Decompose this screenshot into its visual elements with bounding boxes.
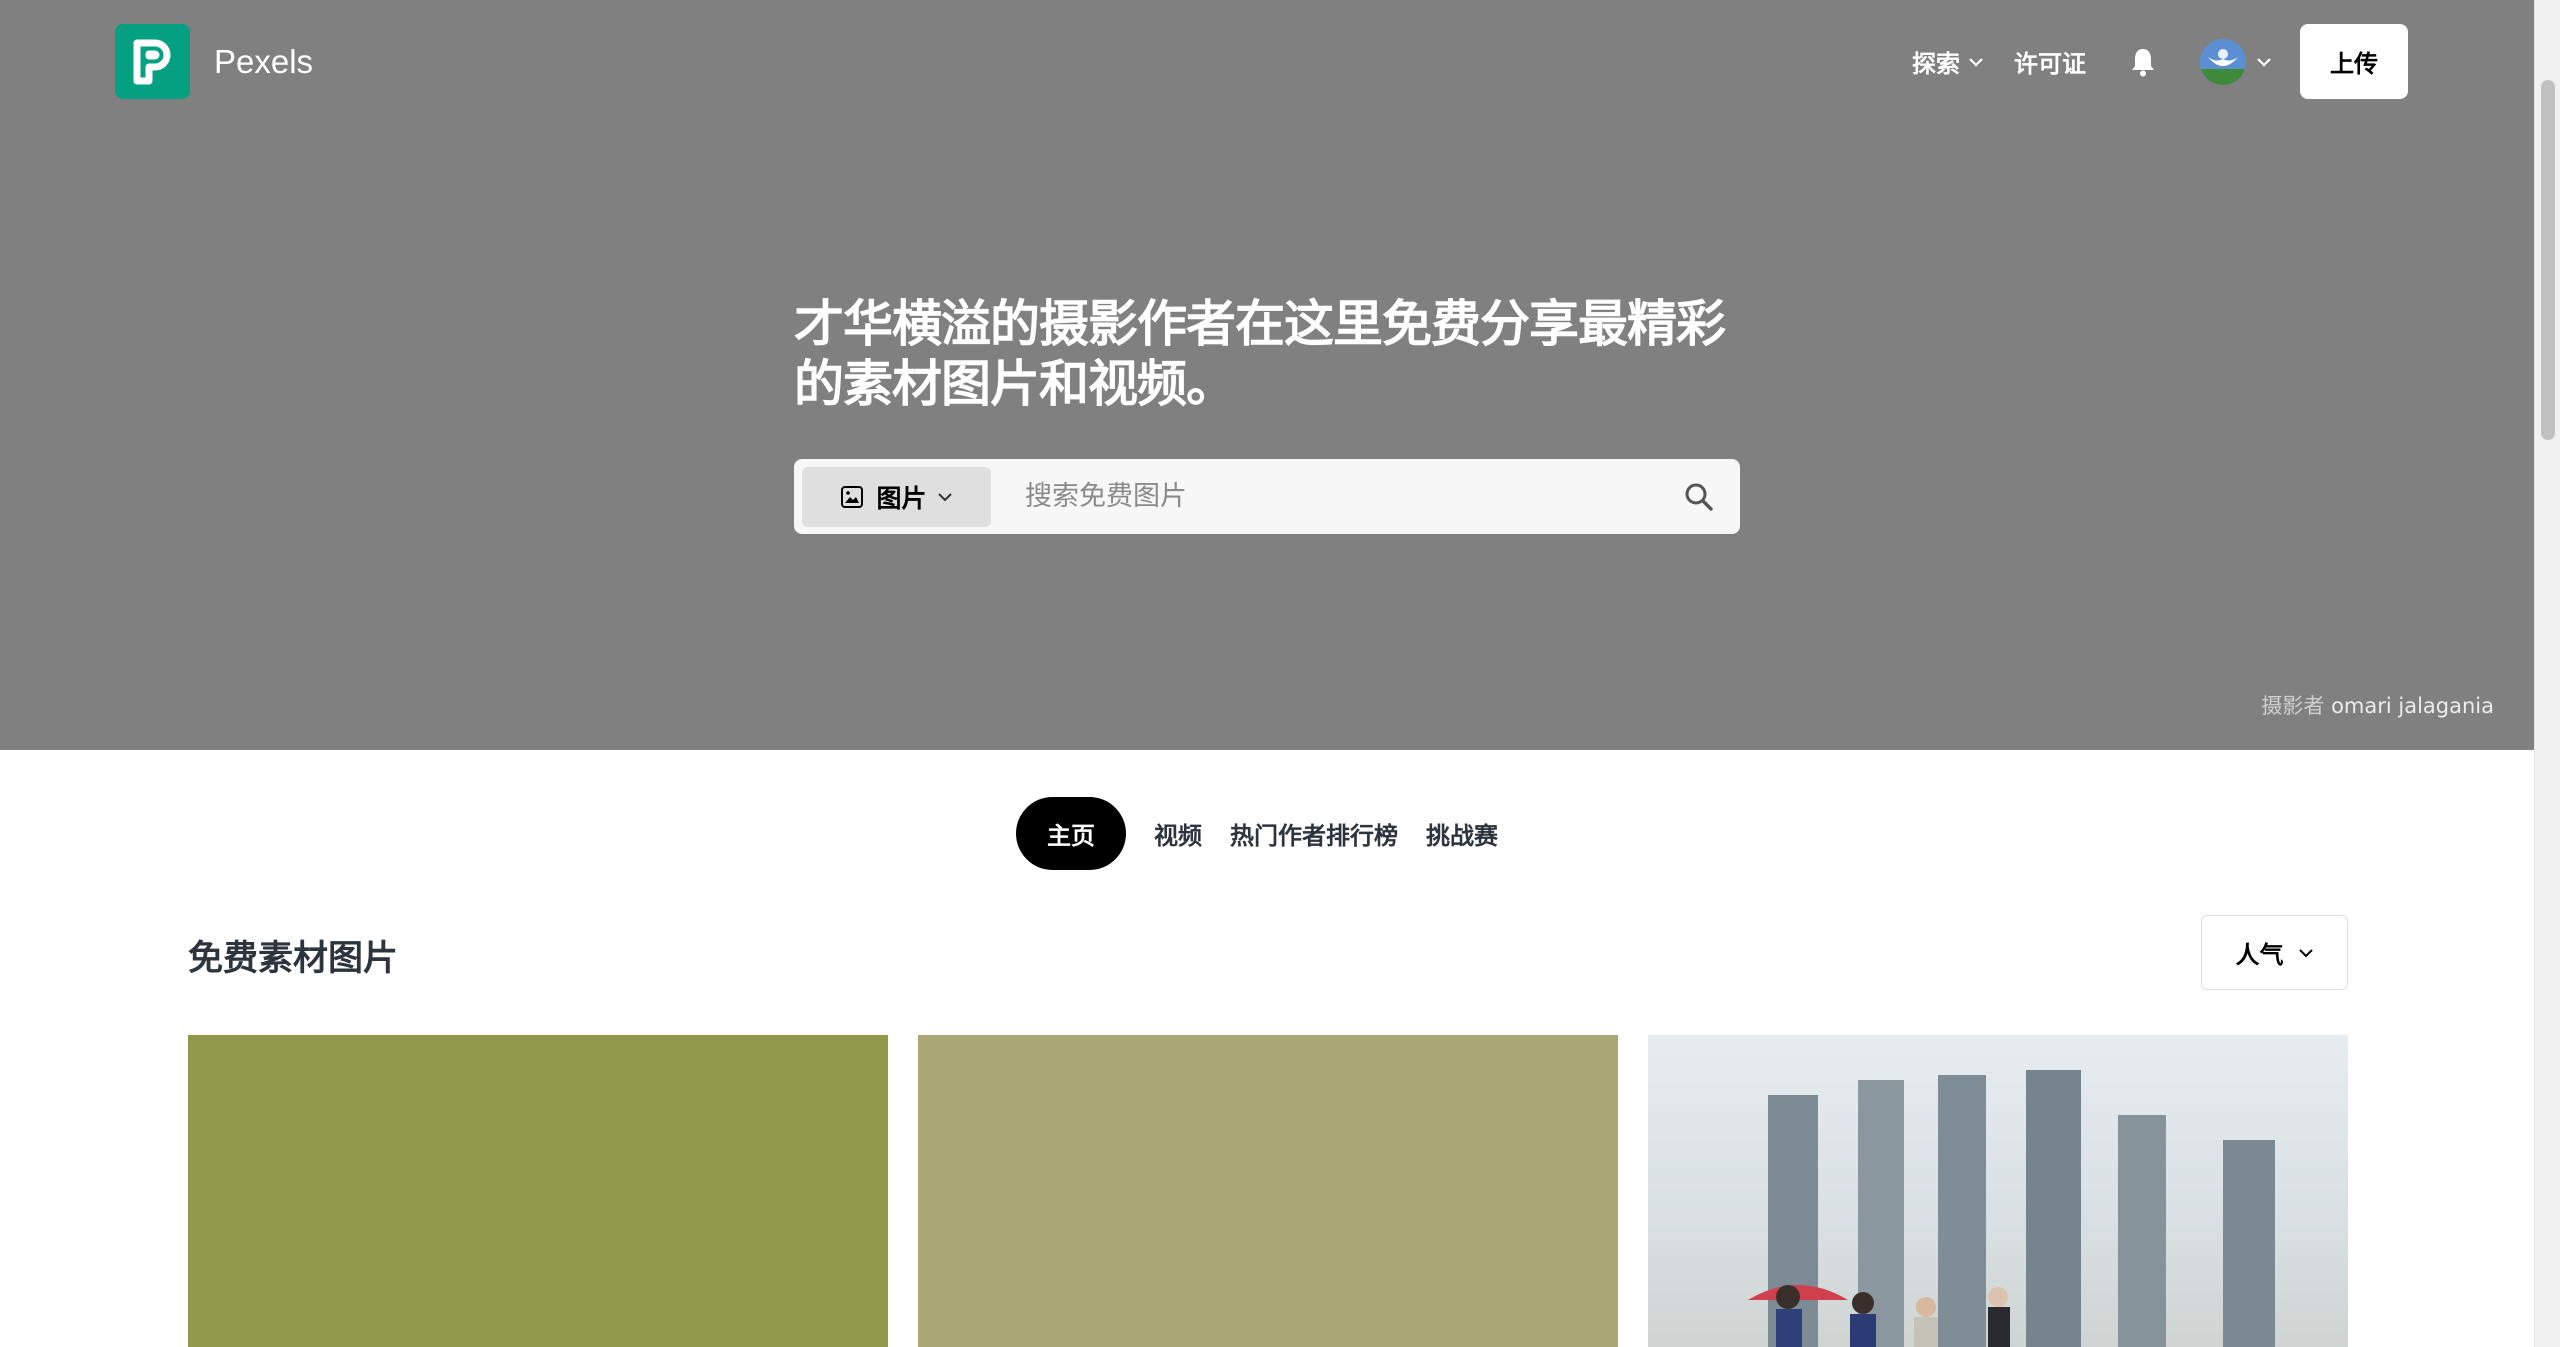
image-icon [840, 485, 864, 509]
top-nav: 探索 许可证 上传 [1912, 24, 2408, 99]
nav-explore[interactable]: 探索 [1912, 44, 1984, 79]
photo-card[interactable] [918, 1035, 1618, 1347]
scrollbar-thumb[interactable] [2541, 80, 2555, 440]
nav-license[interactable]: 许可证 [2014, 44, 2086, 79]
nav-explore-label: 探索 [1912, 50, 1960, 78]
logo-text: Pexels [214, 42, 314, 80]
chevron-down-icon [937, 492, 953, 502]
logo[interactable]: Pexels [115, 24, 313, 99]
hero-banner: Pexels 探索 许可证 上传 才华横溢的摄影作者在这里免费分享最精彩的素材图… [0, 0, 2534, 750]
section-title: 免费素材图片 [188, 939, 399, 979]
search-icon[interactable] [1684, 482, 1714, 512]
photo-card[interactable] [1648, 1035, 2348, 1347]
photo-card[interactable] [188, 1035, 888, 1347]
chevron-down-icon [1968, 57, 1984, 67]
content-tabs: 主页 视频 热门作者排行榜 挑战赛 [1016, 797, 1526, 870]
photo-credit[interactable]: 摄影者 omari jalagania [2261, 690, 2494, 720]
photo-credit-prefix: 摄影者 [2261, 694, 2325, 718]
chevron-down-icon [2256, 57, 2272, 67]
search-type-dropdown[interactable]: 图片 [802, 466, 991, 527]
hero-title: 才华横溢的摄影作者在这里免费分享最精彩的素材图片和视频。 [794, 295, 1726, 413]
tab-challenges[interactable]: 挑战赛 [1426, 797, 1498, 870]
photo-credit-name: omari jalagania [2331, 694, 2494, 718]
scrollbar[interactable] [2534, 0, 2560, 1347]
tab-videos[interactable]: 视频 [1154, 797, 1202, 870]
tab-home[interactable]: 主页 [1016, 797, 1126, 870]
bell-icon[interactable] [2130, 47, 2156, 77]
avatar [2200, 38, 2246, 85]
tab-leaderboard[interactable]: 热门作者排行榜 [1230, 797, 1398, 870]
city-skyline-photo [1748, 1070, 2275, 1347]
sort-label: 人气 [2235, 941, 2284, 969]
upload-button[interactable]: 上传 [2300, 24, 2408, 99]
pexels-logo-icon [115, 24, 190, 99]
search-input[interactable] [991, 466, 1684, 527]
sort-dropdown[interactable]: 人气 [2201, 915, 2348, 990]
chevron-down-icon [2298, 948, 2314, 958]
user-menu[interactable] [2200, 38, 2272, 85]
search-type-label: 图片 [876, 483, 927, 513]
search-bar: 图片 [794, 459, 1740, 534]
